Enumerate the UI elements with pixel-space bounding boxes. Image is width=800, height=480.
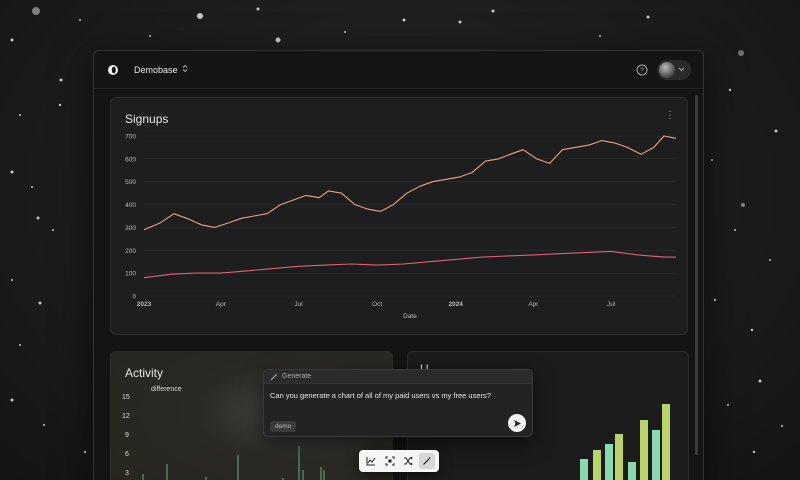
x-tick-label: 2023 — [137, 301, 152, 308]
activity-bars — [142, 446, 325, 480]
prompt-input[interactable]: Can you generate a chart of all of my pa… — [270, 391, 491, 400]
x-axis-label: Date — [403, 313, 417, 320]
y-tick-label: 100 — [125, 271, 136, 278]
send-icon — [513, 419, 521, 427]
help-icon[interactable]: ? — [635, 63, 649, 77]
scrollbar[interactable] — [695, 95, 698, 455]
generate-header: Generate — [264, 370, 532, 384]
signups-chart: 0 100 200 300 400 500 600 700 2023 Apr Jul Oct 2024 A… — [125, 134, 677, 320]
send-button[interactable] — [508, 414, 526, 432]
y-tick-label: 500 — [125, 179, 136, 186]
workspace-name: Demobase — [134, 64, 178, 75]
bottom-toolbar — [359, 450, 439, 472]
magic-wand-button[interactable] — [418, 453, 435, 469]
x-tick-label: Jul — [607, 301, 616, 308]
x-tick-label: Apr — [528, 301, 539, 308]
bar — [593, 450, 601, 480]
bar — [580, 459, 588, 480]
bar — [662, 404, 670, 480]
tick-label: 6 — [125, 451, 129, 458]
line-chart-icon — [366, 457, 376, 466]
y-tick-label: 0 — [132, 294, 136, 301]
x-tick-label: Oct — [372, 301, 382, 308]
avatar — [659, 61, 675, 78]
y-tick-label: 600 — [125, 156, 136, 163]
y-tick-label: 400 — [125, 202, 136, 209]
y-tick-label: 700 — [125, 134, 136, 141]
workspace-switcher[interactable]: Demobase — [134, 64, 188, 75]
x-tick-label: Apr — [216, 301, 227, 308]
bar — [615, 434, 623, 480]
signups-card: Signups ⋮ 0 100 200 300 400 500 600 700 2023 Apr J… — [110, 97, 688, 335]
bar — [640, 420, 648, 480]
series-line-1 — [143, 135, 677, 231]
shuffle-button[interactable] — [400, 453, 416, 469]
app-logo-icon[interactable] — [106, 63, 120, 77]
scan-icon — [385, 456, 395, 466]
bar — [628, 462, 636, 480]
tick-label: 12 — [122, 413, 130, 420]
dataset-tag[interactable]: demo — [270, 421, 297, 432]
magic-wand-icon — [270, 368, 278, 386]
top-bar: Demobase ? — [94, 51, 703, 89]
tick-label: 15 — [122, 394, 130, 401]
x-tick-label: 2024 — [448, 301, 463, 308]
generate-panel: Generate Can you generate a chart of all… — [263, 369, 533, 437]
user-menu-button[interactable] — [657, 59, 691, 80]
line-chart-button[interactable] — [363, 453, 379, 469]
activity-y-axis: 15 12 9 6 3 — [120, 392, 140, 480]
tick-label: 3 — [125, 470, 129, 477]
bar — [652, 430, 660, 480]
scan-button[interactable] — [382, 453, 398, 469]
svg-text:?: ? — [640, 67, 644, 74]
bar — [605, 444, 613, 480]
tick-label: 9 — [125, 432, 129, 439]
y-tick-label: 200 — [125, 248, 136, 255]
magic-wand-icon — [422, 456, 431, 465]
chevron-up-down-icon — [182, 64, 188, 75]
shuffle-icon — [404, 456, 413, 466]
x-tick-label: Jul — [294, 301, 303, 308]
y-tick-label: 300 — [125, 225, 136, 232]
generate-header-label: Generate — [282, 373, 312, 380]
series-line-2 — [143, 250, 676, 279]
chevron-down-icon — [678, 65, 685, 74]
